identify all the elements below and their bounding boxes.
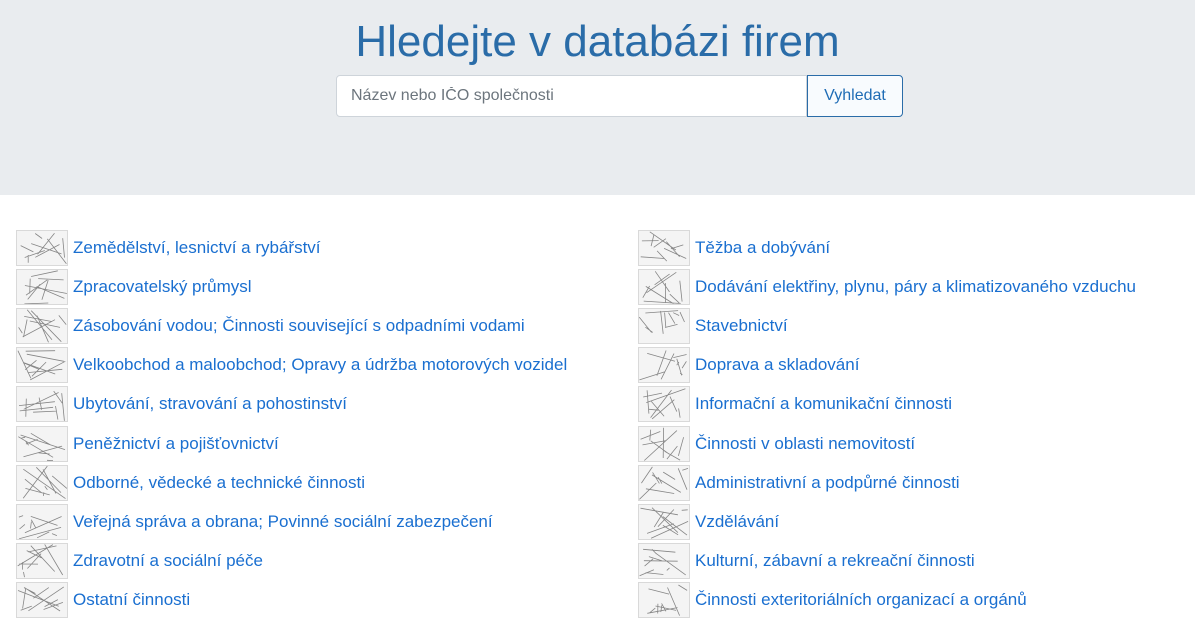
tractor-icon <box>16 229 68 266</box>
category-link[interactable]: Odborné, vědecké a technické činnosti <box>16 463 576 502</box>
shop-icon <box>16 347 68 384</box>
server-icon <box>638 386 690 423</box>
category-label: Peněžnictví a pojišťovnictví <box>73 433 279 453</box>
category-label: Zpracovatelský průmysl <box>73 276 252 296</box>
category-label: Zemědělství, lesnictví a rybářství <box>73 237 321 257</box>
category-link[interactable]: Veřejná správa a obrana; Povinné sociáln… <box>16 502 576 541</box>
category-link[interactable]: Peněžnictví a pojišťovnictví <box>16 424 576 463</box>
category-label: Vzdělávání <box>695 511 780 531</box>
graduation-icon <box>638 503 690 540</box>
category-link[interactable]: Činnosti v oblasti nemovitostí <box>638 424 1195 463</box>
truck-icon <box>638 347 690 384</box>
category-label: Dodávání elektřiny, plynu, páry a klimat… <box>695 276 1136 296</box>
gears-icon <box>16 268 68 305</box>
category-label: Informační a komunikační činnosti <box>695 394 953 414</box>
house-icon <box>638 425 690 462</box>
search-input[interactable] <box>336 75 807 117</box>
theatre-icon <box>638 543 690 580</box>
category-list-left: Zemědělství, lesnictví a rybářství Zpraco… <box>16 228 576 620</box>
category-label: Velkoobchod a maloobchod; Opravy a údržb… <box>73 355 568 375</box>
hero-section: Hledejte v databázi firem Vyhledat <box>0 0 1195 195</box>
category-label: Zásobování vodou; Činnosti související s… <box>73 315 525 335</box>
water-pipe-icon <box>16 307 68 344</box>
parliament-icon <box>16 503 68 540</box>
category-list-right: Těžba a dobývání Dodávání elektřiny, plyn… <box>638 228 1195 620</box>
category-label: Kulturní, zábavní a rekreační činnosti <box>695 551 975 571</box>
page-title: Hledejte v databázi firem <box>355 17 840 66</box>
graph-icon <box>16 464 68 501</box>
category-link[interactable]: Dodávání elektřiny, plynu, páry a klimat… <box>638 267 1195 306</box>
category-link[interactable]: Vzdělávání <box>638 502 1195 541</box>
office-icon <box>638 464 690 501</box>
category-link[interactable]: Ubytování, stravování a pohostinství <box>16 385 576 424</box>
category-label: Odborné, vědecké a technické činnosti <box>73 472 366 492</box>
coins-icon <box>16 425 68 462</box>
category-label: Veřejná správa a obrana; Povinné sociáln… <box>73 511 493 531</box>
power-pylon-icon <box>638 268 690 305</box>
category-link[interactable]: Ostatní činnosti <box>16 581 576 620</box>
category-link[interactable]: Doprava a skladování <box>638 346 1195 385</box>
category-link[interactable]: Zásobování vodou; Činnosti související s… <box>16 306 576 345</box>
category-link[interactable]: Stavebnictví <box>638 306 1195 345</box>
category-link[interactable]: Informační a komunikační činnosti <box>638 385 1195 424</box>
fleur-de-lis-icon <box>16 582 68 619</box>
category-label: Těžba a dobývání <box>695 237 831 257</box>
category-label: Ubytování, stravování a pohostinství <box>73 394 348 414</box>
medical-star-icon <box>16 543 68 580</box>
category-label: Doprava a skladování <box>695 355 860 375</box>
mining-icon <box>638 229 690 266</box>
category-link[interactable]: Zdravotní a sociální péče <box>16 542 576 581</box>
category-link[interactable]: Zemědělství, lesnictví a rybářství <box>16 228 576 267</box>
category-label: Ostatní činnosti <box>73 590 191 610</box>
category-label: Zdravotní a sociální péče <box>73 551 263 571</box>
world-map-icon <box>638 582 690 619</box>
category-label: Činnosti exteritoriálních organizací a o… <box>695 590 1027 610</box>
category-link[interactable]: Administrativní a podpůrné činnosti <box>638 463 1195 502</box>
category-label: Činnosti v oblasti nemovitostí <box>695 433 916 453</box>
restaurant-icon <box>16 386 68 423</box>
search-button[interactable]: Vyhledat <box>807 75 903 117</box>
category-link[interactable]: Těžba a dobývání <box>638 228 1195 267</box>
category-link[interactable]: Kulturní, zábavní a rekreační činnosti <box>638 542 1195 581</box>
category-link[interactable]: Zpracovatelský průmysl <box>16 267 576 306</box>
category-link[interactable]: Velkoobchod a maloobchod; Opravy a údržb… <box>16 346 576 385</box>
category-label: Administrativní a podpůrné činnosti <box>695 472 960 492</box>
construction-icon <box>638 307 690 344</box>
category-label: Stavebnictví <box>695 315 788 335</box>
category-link[interactable]: Činnosti exteritoriálních organizací a o… <box>638 581 1195 620</box>
